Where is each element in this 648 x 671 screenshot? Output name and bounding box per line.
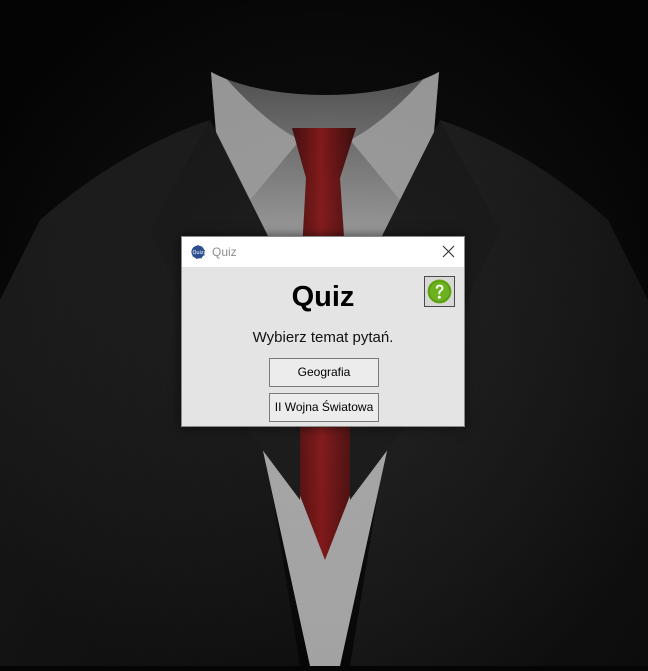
ww2-topic-button[interactable]: II Wojna Światowa bbox=[269, 393, 379, 422]
window-title: Quiz bbox=[212, 245, 237, 259]
close-button[interactable] bbox=[434, 237, 464, 267]
title-bar[interactable]: Quiz Quiz bbox=[182, 237, 464, 267]
topic-prompt: Wybierz temat pytań. bbox=[252, 329, 394, 346]
quiz-heading: Quiz bbox=[291, 281, 355, 313]
help-button[interactable] bbox=[424, 276, 455, 307]
close-icon bbox=[442, 245, 455, 258]
geography-topic-button[interactable]: Geografia bbox=[269, 358, 379, 387]
quiz-app-icon: Quiz bbox=[190, 244, 206, 260]
svg-text:Quiz: Quiz bbox=[192, 250, 203, 256]
help-icon bbox=[427, 279, 452, 304]
quiz-window: Quiz Quiz Quiz Wybierz temat pytań. Geog… bbox=[181, 236, 465, 427]
